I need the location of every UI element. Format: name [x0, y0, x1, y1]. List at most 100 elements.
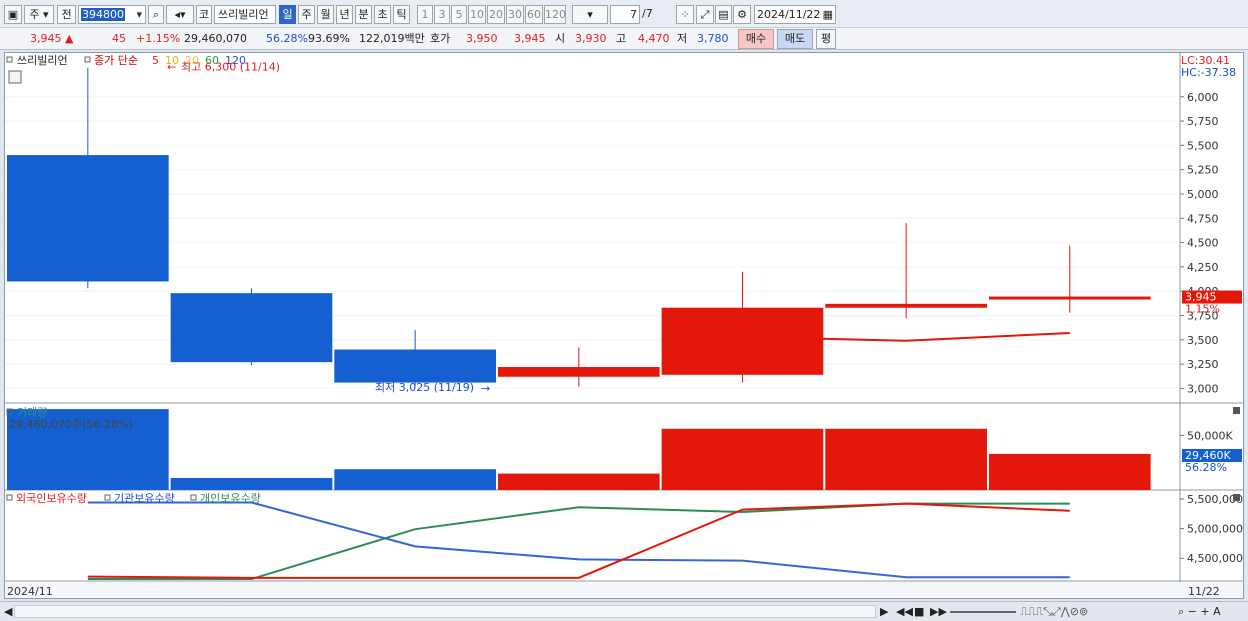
- date-value: 2024/11/22: [757, 8, 821, 21]
- interval-button-120[interactable]: 120: [544, 5, 566, 24]
- calculator-icon: [8, 70, 22, 84]
- date-input[interactable]: 2024/11/22 ▦: [754, 5, 836, 24]
- price-change-pct: +1.15%: [136, 32, 181, 45]
- high-note: 최고 6,300 (11/14): [181, 61, 280, 74]
- volume-bar: [988, 453, 1151, 490]
- interval-button-60[interactable]: 60: [525, 5, 543, 24]
- candle-body: [988, 296, 1151, 300]
- scroll-left-icon[interactable]: ◀: [4, 604, 12, 620]
- calendar-icon[interactable]: ▦: [823, 6, 833, 23]
- search-icon[interactable]: ⌕: [148, 5, 164, 24]
- volume-tick-label: 50,000K: [1187, 429, 1233, 442]
- individual-holding-line: [87, 502, 1070, 580]
- price-tick-label: 6,000: [1187, 91, 1219, 104]
- zoom-icon[interactable]: ⌕ − + A: [1178, 604, 1221, 620]
- period-button-6[interactable]: 틱: [393, 5, 410, 24]
- chart-settings-icon[interactable]: ▣: [4, 5, 22, 24]
- foreign-holding-line: [87, 502, 1070, 579]
- first-page-icon[interactable]: ◀◀: [896, 604, 913, 620]
- save-icon[interactable]: ▤: [715, 5, 732, 24]
- market-select[interactable]: 주 ▾: [24, 5, 54, 24]
- ask2-value: 3,945: [514, 32, 546, 45]
- high-arrow-icon: ←: [167, 61, 176, 74]
- price-tick-label: 4,750: [1187, 212, 1219, 225]
- high-label: 고: [616, 32, 627, 45]
- chart-area[interactable]: 6,000 5,750 5,500 5,250 5,000 4,750 4,500 4,250…: [4, 52, 1244, 599]
- chart-bottom-toolbar: ◀ ▶ ◀◀ ■ ▶▶ ⎍⎍⎍⤡⤢⋀⊘⊚ ⌕ − + A: [0, 601, 1248, 621]
- current-price: 3,945 ▲: [30, 32, 74, 45]
- volume-bar: [170, 477, 333, 490]
- holding-legend-label: 개인보유수량: [200, 492, 261, 505]
- interval-dropdown[interactable]: ▾: [572, 5, 608, 24]
- price-tick-label: 5,750: [1187, 115, 1219, 128]
- main-toolbar: ▣ 주 ▾ 전 394800 ▾ ⌕ ◂▾ 코 쓰리빌리언 ▾ 7 /7 ⁘ ⤢…: [0, 0, 1248, 28]
- low-note: 최저 3,025 (11/19): [375, 381, 474, 394]
- stock-name-field[interactable]: 쓰리빌리언: [214, 5, 276, 24]
- open-value: 3,930: [575, 32, 607, 45]
- holding-tick-label: 5,000,000: [1187, 523, 1243, 536]
- buy-button[interactable]: 매수: [738, 29, 774, 49]
- ask1-value: 3,950: [466, 32, 498, 45]
- interval-button-30[interactable]: 30: [506, 5, 524, 24]
- panel-collapse-icon: [6, 56, 13, 63]
- eval-button[interactable]: 평: [816, 29, 836, 49]
- price-tick-label: 5,500: [1187, 139, 1219, 152]
- zoom-slider[interactable]: [950, 611, 1016, 613]
- next-page-icon[interactable]: ▶▶: [930, 604, 947, 620]
- period-button-0[interactable]: 일: [279, 5, 296, 24]
- low-value: 3,780: [697, 32, 729, 45]
- legend-box: [190, 494, 197, 501]
- volume-value: 29,460,070: [184, 32, 247, 45]
- x-axis-end-label: 11/22: [1188, 585, 1220, 598]
- interval-button-20[interactable]: 20: [487, 5, 505, 24]
- volume-value-note: 29,460,070주(56.28%): [9, 418, 133, 431]
- period-button-4[interactable]: 분: [355, 5, 372, 24]
- period-button-3[interactable]: 년: [336, 5, 353, 24]
- volume-bar: [497, 473, 660, 490]
- volume-last-pct: 56.28%: [1185, 461, 1227, 474]
- drawing-tools-icon[interactable]: ⎍⎍⎍⤡⤢⋀⊘⊚: [1020, 604, 1088, 620]
- low-label: 저: [677, 32, 688, 45]
- interval-button-10[interactable]: 10: [468, 5, 486, 24]
- code-input[interactable]: 394800 ▾: [78, 5, 146, 24]
- price-tick-label: 3,250: [1187, 358, 1219, 371]
- speaker-icon[interactable]: ◂▾: [166, 5, 194, 24]
- volume-close-icon: [1233, 407, 1240, 414]
- horizontal-scrollbar[interactable]: [14, 605, 876, 618]
- volume-bar: [334, 469, 496, 490]
- period-button-5[interactable]: 초: [374, 5, 391, 24]
- count-input[interactable]: 7: [610, 5, 640, 24]
- price-tick-label: 4,250: [1187, 261, 1219, 274]
- interval-button-1[interactable]: 1: [417, 5, 433, 24]
- candle-body: [170, 293, 333, 363]
- interval-button-3[interactable]: 3: [434, 5, 450, 24]
- holding-legend-label: 기관보유수량: [114, 492, 175, 505]
- code-value: 394800: [81, 8, 125, 21]
- price-tick-label: 5,250: [1187, 164, 1219, 177]
- range-select[interactable]: 전: [57, 5, 76, 24]
- institution-holding-line: [87, 501, 1070, 579]
- ma-period-label: 5: [152, 54, 159, 67]
- cursor-tool-icon[interactable]: ⁘: [676, 5, 694, 24]
- stop-icon[interactable]: ■: [914, 604, 924, 620]
- draw-tool-icon[interactable]: ⤢: [696, 5, 714, 24]
- price-tick-label: 4,500: [1187, 237, 1219, 250]
- gear-icon[interactable]: ⚙: [733, 5, 751, 24]
- interval-button-5[interactable]: 5: [451, 5, 467, 24]
- ma-label: 종가 단순: [94, 54, 138, 67]
- x-axis-bar: [5, 582, 1243, 598]
- scroll-right-icon[interactable]: ▶: [880, 604, 888, 620]
- sell-button[interactable]: 매도: [777, 29, 813, 49]
- holding-close-icon: [1233, 494, 1240, 501]
- stock-chart[interactable]: 6,000 5,750 5,500 5,250 5,000 4,750 4,500 4,250…: [5, 53, 1243, 598]
- market-label: 주: [29, 8, 40, 21]
- x-axis-start-label: 2024/11: [7, 585, 53, 598]
- count-total: /7: [642, 7, 653, 20]
- volume-bar: [825, 428, 987, 490]
- ask-label: 호가: [430, 32, 451, 45]
- period-button-2[interactable]: 월: [317, 5, 334, 24]
- open-label: 시: [555, 32, 566, 45]
- period-button-1[interactable]: 주: [298, 5, 315, 24]
- code-prefix-button[interactable]: 코: [196, 5, 212, 24]
- candle-body: [497, 367, 660, 377]
